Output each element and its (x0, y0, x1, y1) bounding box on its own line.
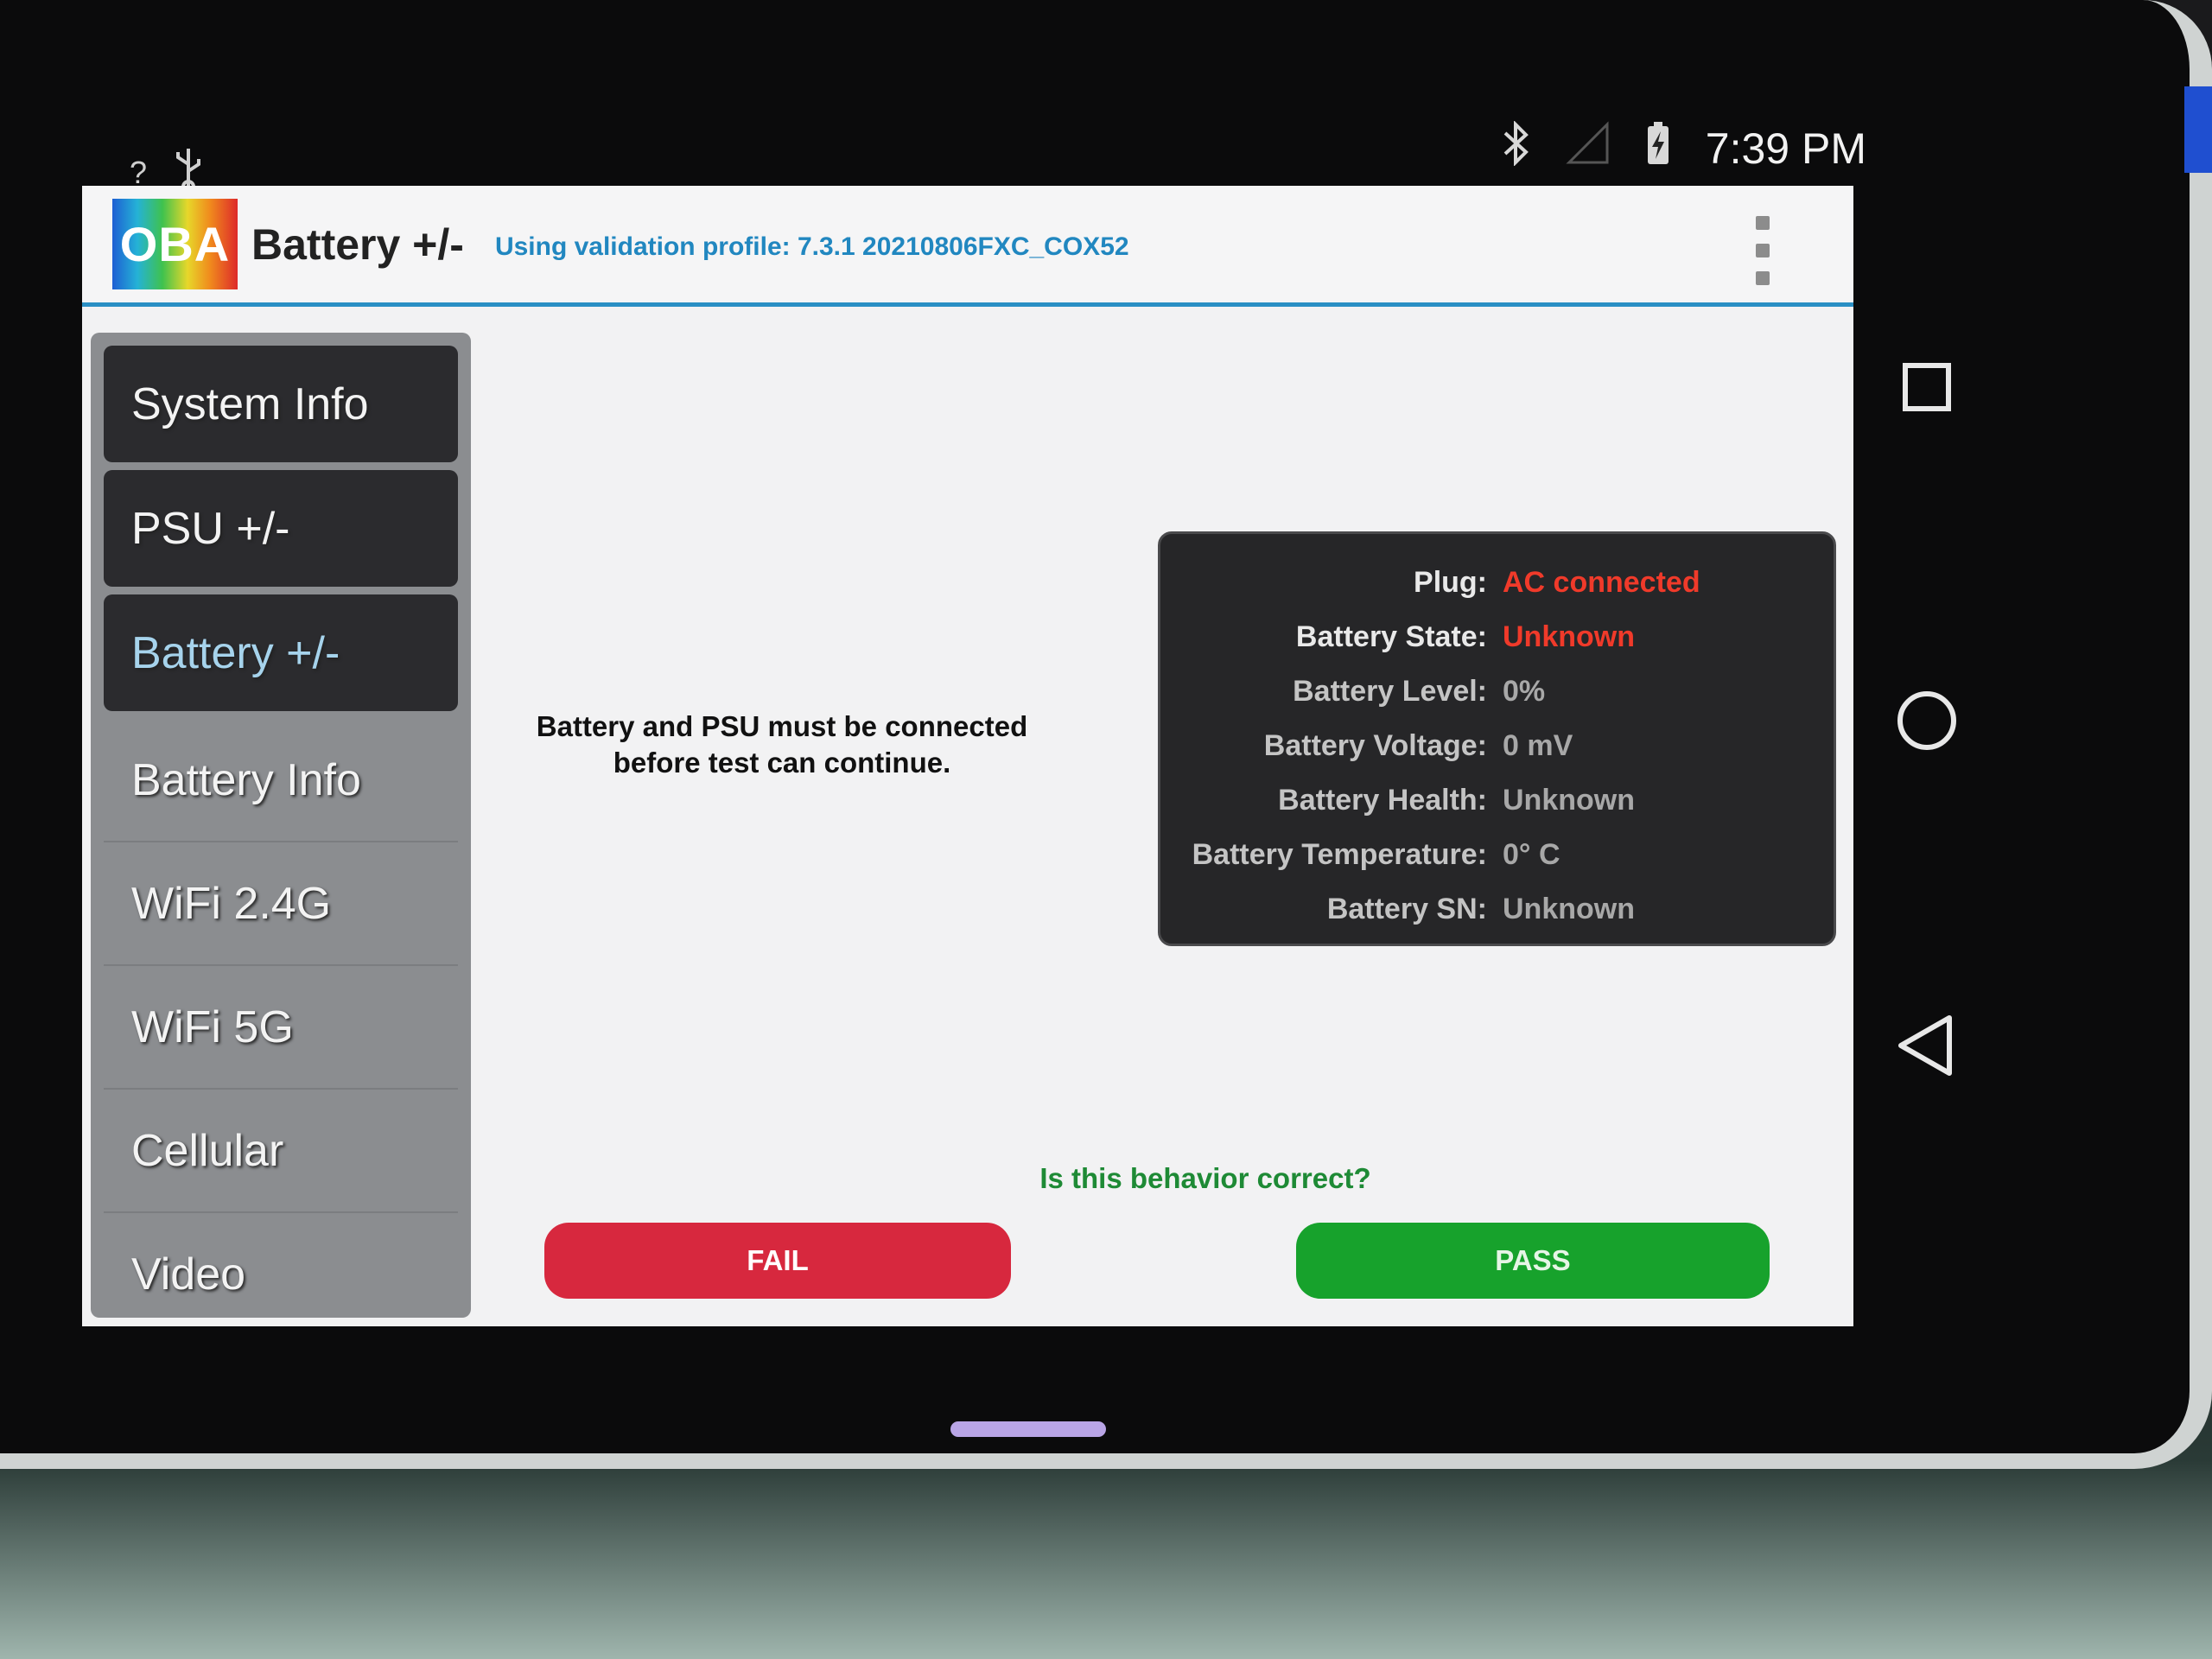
sidebar-item-psu[interactable]: PSU +/- (104, 470, 458, 587)
message-line: Battery and PSU must be connected (536, 710, 1028, 742)
back-icon[interactable] (1892, 1011, 1961, 1080)
info-row-battery-sn: Battery SN: Unknown (1160, 882, 1834, 937)
signal-icon (1566, 121, 1611, 175)
info-value: AC connected (1503, 566, 1700, 599)
info-row-plug: Plug: AC connected (1160, 556, 1834, 610)
info-row-battery-health: Battery Health: Unknown (1160, 773, 1834, 828)
info-label: Battery Health: (1278, 784, 1487, 817)
overflow-menu-icon[interactable] (1754, 216, 1771, 285)
info-row-battery-voltage: Battery Voltage: 0 mV (1160, 719, 1834, 773)
info-label: Plug: (1414, 566, 1487, 599)
sidebar-item-cellular[interactable]: Cellular (104, 1090, 458, 1213)
info-value: 0° C (1503, 838, 1560, 871)
sidebar-item-system-info[interactable]: System Info (104, 346, 458, 462)
behavior-question: Is this behavior correct? (1039, 1162, 1371, 1194)
info-row-battery-level: Battery Level: 0% (1160, 664, 1834, 719)
pass-button[interactable]: PASS (1296, 1223, 1770, 1299)
status-bar: ? 7:39 PM (78, 104, 1866, 199)
sidebar-item-wifi-24g[interactable]: WiFi 2.4G (104, 842, 458, 966)
instruction-message: Battery and PSU must be connected before… (514, 709, 1050, 781)
sidebar-item-label: WiFi 2.4G (131, 878, 332, 929)
sidebar-item-label: WiFi 5G (131, 1001, 294, 1052)
logo-text: OBA (119, 217, 231, 271)
fail-button[interactable]: FAIL (544, 1223, 1011, 1299)
page-title: Battery +/- (251, 219, 464, 269)
background-object (2184, 86, 2212, 173)
sidebar-item-battery[interactable]: Battery +/- (104, 594, 458, 711)
info-value: Unknown (1503, 620, 1635, 653)
oba-logo: OBA (112, 199, 238, 289)
sidebar-item-label: System Info (131, 378, 369, 429)
info-label: Battery Level: (1293, 675, 1487, 708)
info-value: 0 mV (1503, 729, 1573, 762)
sidebar-item-wifi-5g[interactable]: WiFi 5G (104, 966, 458, 1090)
sidebar-item-label: Video (131, 1249, 246, 1300)
sidebar-item-label: Cellular (131, 1125, 284, 1176)
status-right-icons: 7:39 PM (1502, 120, 1866, 175)
battery-info-panel: Plug: AC connected Battery State: Unknow… (1158, 531, 1836, 946)
sidebar-item-label: Battery +/- (131, 627, 340, 678)
info-label: Battery SN: (1326, 893, 1487, 925)
info-label: Battery Temperature: (1192, 838, 1487, 871)
info-value: Unknown (1503, 784, 1635, 817)
app-bar: OBA Battery +/- Using validation profile… (82, 186, 1853, 307)
app-screen: OBA Battery +/- Using validation profile… (82, 186, 1853, 1326)
sidebar-item-label: PSU +/- (131, 503, 290, 554)
sidebar-item-video[interactable]: Video (104, 1213, 458, 1318)
sidebar-item-label: Battery Info (131, 754, 361, 805)
info-label: Battery Voltage: (1263, 729, 1487, 762)
message-line: before test can continue. (613, 747, 951, 779)
home-indicator (950, 1421, 1106, 1437)
system-navigation-bar (1892, 328, 1979, 1106)
validation-profile: Using validation profile: 7.3.1 20210806… (494, 232, 1129, 261)
bluetooth-icon (1502, 120, 1531, 175)
info-value: 0% (1503, 675, 1546, 708)
info-label: Battery State: (1295, 620, 1487, 653)
sidebar-item-battery-info[interactable]: Battery Info (104, 719, 458, 842)
recents-icon[interactable] (1903, 363, 1951, 411)
info-row-battery-state: Battery State: Unknown (1160, 610, 1834, 664)
home-icon[interactable] (1897, 691, 1956, 750)
status-time: 7:39 PM (1705, 124, 1866, 173)
sidebar: System Info PSU +/- Battery +/- Battery … (91, 333, 471, 1318)
info-row-battery-temperature: Battery Temperature: 0° C (1160, 828, 1834, 882)
info-value: Unknown (1503, 893, 1635, 925)
battery-charging-icon (1645, 121, 1671, 175)
